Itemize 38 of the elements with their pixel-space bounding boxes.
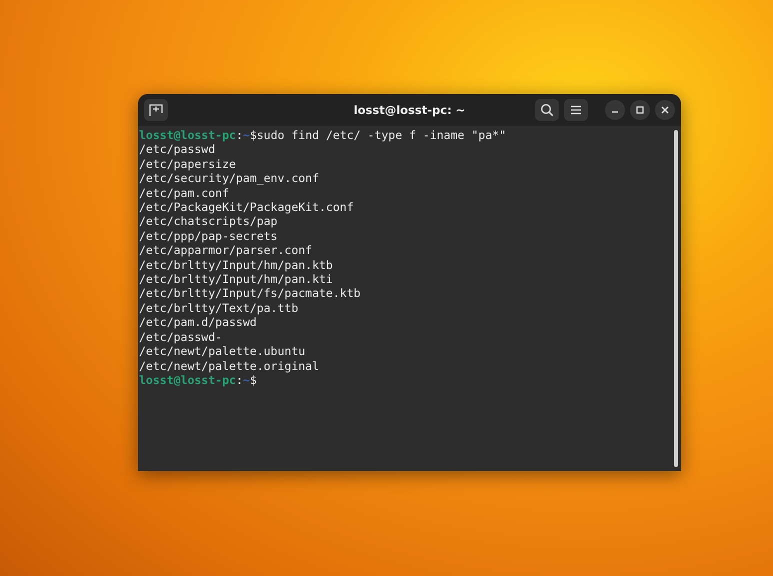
prompt-symbol: $ bbox=[250, 372, 257, 387]
search-button[interactable] bbox=[535, 99, 559, 121]
output-line: /etc/brltty/Input/hm/pan.ktb bbox=[139, 258, 333, 272]
output-line: /etc/PackageKit/PackageKit.conf bbox=[139, 200, 354, 214]
close-button[interactable] bbox=[655, 100, 675, 120]
output-line: /etc/brltty/Input/hm/pan.kti bbox=[139, 272, 333, 286]
new-tab-button[interactable] bbox=[144, 99, 168, 121]
prompt-user: losst@losst-pc bbox=[139, 128, 236, 142]
close-icon bbox=[660, 105, 670, 115]
window-title: losst@losst-pc: ~ bbox=[352, 103, 466, 117]
output-line: /etc/passwd bbox=[139, 142, 216, 156]
output-line: /etc/brltty/Text/pa.ttb bbox=[139, 300, 298, 315]
prompt-separator: : bbox=[236, 372, 243, 387]
command-text: sudo find /etc/ -type f -iname "pa*" bbox=[256, 128, 506, 142]
scrollbar[interactable] bbox=[674, 130, 678, 467]
output-line: /etc/pam.conf bbox=[139, 186, 230, 200]
output-line: /etc/brltty/Input/fs/pacmate.ktb bbox=[139, 286, 361, 300]
maximize-button[interactable] bbox=[630, 100, 650, 120]
minimize-button[interactable] bbox=[605, 100, 625, 120]
prompt-user: losst@losst-pc bbox=[139, 372, 236, 387]
new-tab-icon bbox=[149, 103, 163, 117]
output-line: /etc/passwd- bbox=[139, 330, 222, 344]
prompt-separator: : bbox=[236, 128, 243, 142]
prompt-path: ~ bbox=[242, 128, 250, 142]
output-line: /etc/chatscripts/pap bbox=[139, 214, 278, 228]
output-line: /etc/security/pam_env.conf bbox=[139, 171, 320, 186]
search-icon bbox=[540, 103, 554, 117]
menu-icon bbox=[570, 104, 582, 116]
prompt-symbol: $ bbox=[250, 128, 257, 142]
output-line: /etc/ppp/pap-secrets bbox=[139, 228, 278, 243]
menu-button[interactable] bbox=[564, 99, 588, 121]
maximize-icon bbox=[635, 105, 645, 115]
output-line: /etc/newt/palette.original bbox=[139, 358, 320, 372]
prompt-path: ~ bbox=[242, 372, 250, 387]
output-line: /etc/newt/palette.ubuntu bbox=[139, 344, 306, 358]
output-line: /etc/pam.d/passwd bbox=[139, 315, 257, 330]
output-line: /etc/apparmor/parser.conf bbox=[139, 243, 312, 258]
output-line: /etc/papersize bbox=[139, 156, 236, 171]
